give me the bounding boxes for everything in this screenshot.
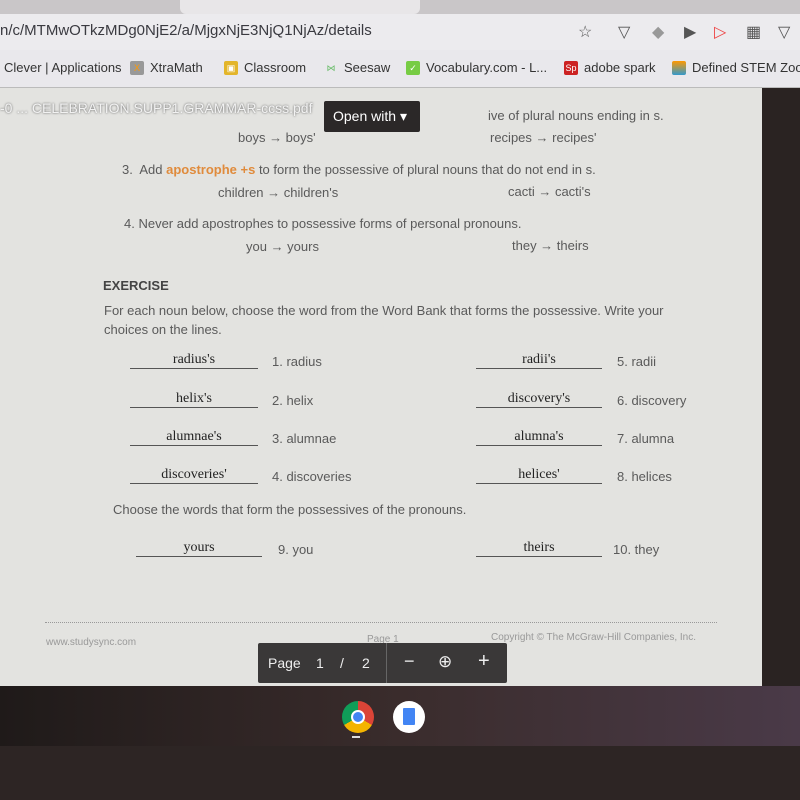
- bookmark-label: Classroom: [244, 60, 307, 75]
- exercise-title: EXERCISE: [103, 278, 169, 293]
- vocabulary-icon: ✓: [406, 60, 420, 75]
- bookmark-clever[interactable]: Clever | Applications: [4, 60, 122, 75]
- bookmark-classroom[interactable]: ▣ Classroom: [224, 60, 306, 75]
- pdf-toolbar: Page 1 / 2 − ⊕ +: [258, 643, 507, 683]
- shield-extension-icon[interactable]: ▽: [618, 22, 630, 42]
- bookmark-label: adobe spark: [584, 60, 656, 75]
- chrome-icon[interactable]: [342, 701, 374, 733]
- open-with-button[interactable]: Open with ▾: [324, 101, 420, 132]
- rule-4-example-2: they → theirs: [512, 238, 589, 253]
- answer-line[interactable]: radii's: [476, 352, 602, 369]
- bookmark-seesaw[interactable]: ⋈ Seesaw: [324, 60, 391, 75]
- asus-logo: [310, 780, 440, 800]
- item-label: 5. radii: [617, 354, 657, 369]
- docs-icon[interactable]: [393, 701, 425, 733]
- vpn-extension-icon[interactable]: ▽: [778, 22, 790, 42]
- bookmark-vocabulary[interactable]: ✓ Vocabulary.com - L...: [406, 60, 547, 75]
- rule-3: 3. Add apostrophe +s to form the possess…: [122, 162, 596, 177]
- bookmark-label: Clever | Applications: [4, 60, 122, 75]
- rule-3-example-2: cacti → cacti's: [508, 184, 591, 199]
- page-separator: /: [340, 655, 344, 671]
- rule-3-post: to form the possessive of plural nouns t…: [255, 162, 596, 177]
- screencast-extension-icon[interactable]: ▶: [684, 22, 696, 42]
- answer-line[interactable]: discoveries': [130, 467, 258, 484]
- rule-2-example-2: recipes → recipes': [490, 130, 597, 145]
- answer-line[interactable]: discovery's: [476, 391, 602, 408]
- adobe-spark-icon: Sp: [564, 60, 578, 75]
- pronoun-answer-line[interactable]: yours: [136, 540, 262, 557]
- play-extension-icon[interactable]: ▷: [714, 22, 726, 42]
- rule-3-example-1: children → children's: [218, 185, 339, 200]
- pronoun-label: 10. they: [613, 542, 660, 557]
- bookmark-label: Defined STEM Zool...: [692, 60, 800, 75]
- rule-4-example-1: you → yours: [246, 239, 319, 254]
- rule-3-highlight: apostrophe +s: [166, 162, 256, 177]
- footer-website: www.studysync.com: [46, 637, 137, 648]
- answer-line[interactable]: helices': [476, 467, 602, 484]
- answer-line[interactable]: helix's: [130, 391, 258, 408]
- rule-4: 4. Never add apostrophes to possessive f…: [124, 216, 522, 231]
- rule-3-pre: Add: [139, 162, 167, 177]
- footer-divider: [45, 622, 717, 623]
- classroom-icon: ▣: [224, 60, 238, 75]
- active-app-indicator: [352, 736, 360, 738]
- item-label: 8. helices: [617, 469, 672, 484]
- footer-copyright: Copyright © The McGraw-Hill Companies, I…: [491, 632, 697, 643]
- answer-line[interactable]: alumna's: [476, 429, 602, 446]
- pdf-filename: -0 ... CELEBRATION.SUPP1.GRAMMAR-ccss.pd…: [0, 100, 313, 116]
- pronoun-instructions: Choose the words that form the possessiv…: [113, 502, 467, 517]
- bookmark-adobe-spark[interactable]: Sp adobe spark: [564, 60, 656, 75]
- pdf-page: [0, 88, 762, 686]
- extension-icon[interactable]: ◆: [652, 22, 664, 42]
- open-with-label: Open with: [333, 108, 397, 124]
- active-tab[interactable]: [180, 0, 420, 14]
- rule-3-num: 3.: [122, 162, 133, 177]
- toolbar-divider: [386, 643, 387, 683]
- qr-extension-icon[interactable]: ▦: [746, 22, 761, 42]
- item-label: 6. discovery: [617, 393, 687, 408]
- item-label: 7. alumna: [617, 431, 675, 446]
- rule-2-text: ive of plural nouns ending in s.: [488, 108, 664, 123]
- pronoun-label: 9. you: [278, 542, 314, 557]
- exercise-instructions-2: choices on the lines.: [104, 322, 222, 337]
- zoom-icon[interactable]: ⊕: [438, 652, 452, 672]
- exercise-instructions: For each noun below, choose the word fro…: [104, 303, 664, 318]
- bookmark-xtramath[interactable]: X XtraMath: [130, 60, 203, 75]
- pronoun-answer-line[interactable]: theirs: [476, 540, 602, 557]
- item-label: 4. discoveries: [272, 469, 352, 484]
- page-total: 2: [362, 655, 370, 671]
- page-current-input[interactable]: 1: [316, 655, 324, 671]
- defined-stem-icon: [672, 60, 686, 75]
- rule-2-example-1: boys → boys': [238, 130, 316, 145]
- chevron-down-icon: ▾: [399, 108, 407, 124]
- bookmark-defined-stem[interactable]: Defined STEM Zool...: [672, 60, 800, 75]
- bookmark-label: XtraMath: [150, 60, 203, 75]
- bookmark-label: Vocabulary.com - L...: [426, 60, 548, 75]
- item-label: 2. helix: [272, 393, 314, 408]
- answer-line[interactable]: radius's: [130, 352, 258, 369]
- star-icon[interactable]: ☆: [578, 22, 592, 42]
- answer-line[interactable]: alumnae's: [130, 429, 258, 446]
- bookmark-label: Seesaw: [344, 60, 391, 75]
- seesaw-icon: ⋈: [326, 62, 336, 73]
- zoom-out-button[interactable]: −: [404, 651, 415, 672]
- item-label: 3. alumnae: [272, 431, 337, 446]
- page-label: Page: [268, 655, 301, 671]
- xtramath-icon: X: [130, 60, 144, 75]
- url-text[interactable]: n/c/MTMwOTkzMDg0NjE2/a/MjgxNjE3NjQ1NjAz/…: [0, 22, 372, 39]
- zoom-in-button[interactable]: +: [478, 650, 490, 673]
- item-label: 1. radius: [272, 354, 322, 369]
